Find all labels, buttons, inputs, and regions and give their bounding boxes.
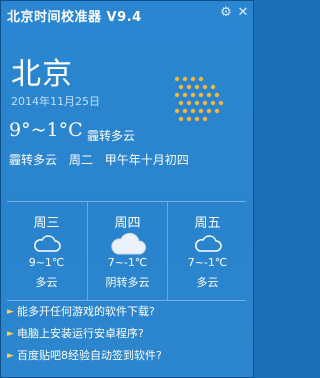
current-temperature: 9°~1°C bbox=[9, 119, 83, 141]
forecast-desc: 多云 bbox=[35, 276, 58, 289]
title-bar[interactable]: 北京时间校准器 V9.4 ⚙ ✕ bbox=[1, 1, 253, 27]
settings-icon[interactable]: ⚙ bbox=[219, 6, 233, 20]
weekday-label: 周二 bbox=[68, 153, 93, 167]
promo-link[interactable]: ► 电脑上安装运行安卓程序? bbox=[1, 323, 253, 345]
forecast-panel: 周三 9~1℃ 多云 周四 7~-1℃ 阴转多云 周五 7~-1℃ 多云 bbox=[7, 201, 246, 301]
promo-link[interactable]: ► 百度贴吧8经验自动签到软件? bbox=[1, 345, 253, 367]
arrow-right-icon: ► bbox=[7, 307, 14, 317]
promo-links: ► 能多开任何游戏的软件下载? ► 电脑上安装运行安卓程序? ► 百度贴吧8经验… bbox=[1, 301, 253, 367]
forecast-desc: 阴转多云 bbox=[105, 276, 150, 289]
window-title: 北京时间校准器 V9.4 bbox=[7, 10, 142, 25]
current-date: 2014年11月25日 bbox=[11, 95, 100, 108]
arrow-right-icon: ► bbox=[7, 351, 14, 361]
forecast-desc: 多云 bbox=[196, 276, 219, 289]
arrow-right-icon: ► bbox=[7, 329, 14, 339]
cloud-outline-icon bbox=[33, 235, 61, 252]
promo-link-label: 能多开任何游戏的软件下载? bbox=[17, 305, 155, 318]
forecast-day-1: 周三 9~1℃ 多云 bbox=[7, 202, 86, 300]
forecast-temp: 7~-1℃ bbox=[107, 256, 148, 269]
forecast-day-2: 周四 7~-1℃ 阴转多云 bbox=[87, 202, 167, 300]
cloud-outline-icon bbox=[194, 235, 222, 252]
weather-summary-line: 霾转多云 周二 甲午年十月初四 bbox=[9, 151, 197, 168]
forecast-day-name: 周三 bbox=[33, 216, 60, 231]
haze-weather-icon bbox=[174, 76, 224, 122]
promo-link-label: 电脑上安装运行安卓程序? bbox=[17, 327, 144, 340]
cloud-filled-icon bbox=[110, 232, 146, 255]
promo-link-label: 百度贴吧8经验自动签到软件? bbox=[17, 349, 162, 362]
close-icon[interactable]: ✕ bbox=[236, 6, 250, 20]
lunar-date: 甲午年十月初四 bbox=[104, 153, 189, 167]
weather-desc-secondary: 霾转多云 bbox=[9, 153, 58, 167]
forecast-day-name: 周五 bbox=[194, 216, 221, 231]
promo-link[interactable]: ► 能多开任何游戏的软件下载? bbox=[1, 301, 253, 323]
forecast-day-name: 周四 bbox=[114, 216, 141, 231]
current-weather-desc: 霾转多云 bbox=[87, 129, 136, 143]
app-window: 北京时间校准器 V9.4 ⚙ ✕ 北京 2014年11月25日 9°~1°C 霾… bbox=[0, 0, 254, 378]
forecast-temp: 9~1℃ bbox=[28, 256, 65, 269]
forecast-day-3: 周五 7~-1℃ 多云 bbox=[167, 202, 247, 300]
city-name: 北京 bbox=[11, 57, 73, 92]
forecast-temp: 7~-1℃ bbox=[187, 256, 228, 269]
